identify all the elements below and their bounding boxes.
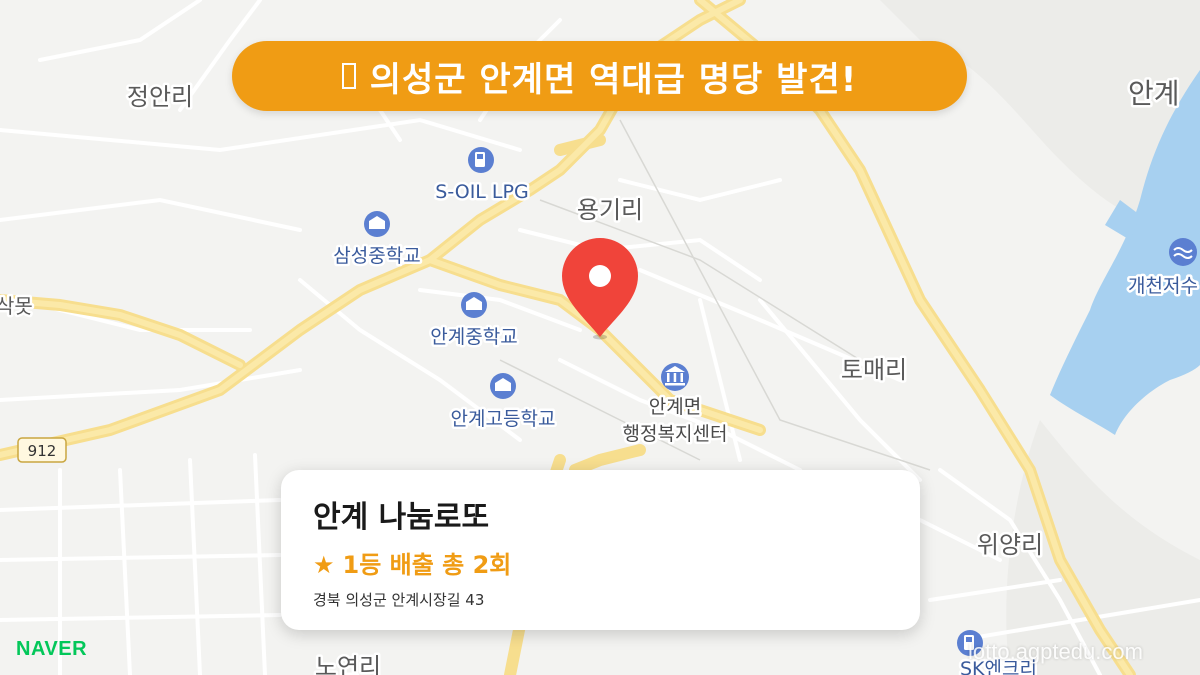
poi-label-angye-middle: 안계중학교: [430, 326, 517, 348]
shop-name: 안계 나눔로또: [313, 500, 490, 535]
shop-address: 경북 의성군 안계시장길 43: [313, 591, 485, 609]
headline-text: 의성군 안계면 역대급 명당 발견!: [369, 59, 858, 100]
place-label-noyeon: 노연리: [315, 653, 381, 675]
road-shield-912: 912: [17, 437, 67, 463]
site-watermark: lotto.agptedu.com: [968, 639, 1143, 664]
headline-banner: 의성군 안계면 역대급 명당 발견!: [232, 41, 967, 111]
poi-label-soil-lpg: S-OIL LPG: [435, 181, 528, 203]
place-label-tomae: 토매리: [841, 356, 907, 384]
poi-label-gaecheon: 개천저수: [1128, 275, 1198, 297]
win-count-line: ★ 1등 배출 총 2회: [313, 550, 888, 580]
place-label-wiyang: 위양리: [977, 531, 1043, 559]
placeholder-glyph-icon: [341, 63, 356, 89]
place-label-jeongan: 정안리: [127, 83, 193, 111]
place-label-left-edge: 삭못: [0, 294, 33, 318]
win-count-text: 1등 배출 총 2회: [342, 551, 512, 579]
naver-logo: NAVER: [16, 638, 88, 660]
map-screen: 912 정안리 용기리 안계 토매리 위양리 노연리 삭못 S-OIL LPG …: [0, 0, 1200, 675]
star-icon: ★: [313, 551, 335, 579]
place-label-angye-edge: 안계: [1128, 77, 1180, 110]
reservoir-icon: [1169, 238, 1197, 266]
place-label-yonggi: 용기리: [577, 196, 643, 224]
shop-info-card[interactable]: 안계 나눔로또 ★ 1등 배출 총 2회 경북 의성군 안계시장길 43: [281, 470, 920, 630]
road-shield-number: 912: [28, 442, 57, 460]
poi-label-angye-high: 안계고등학교: [451, 408, 556, 430]
poi-label-office-line2: 행정복지센터: [623, 423, 728, 445]
poi-label-samsung-middle: 삼성중학교: [333, 245, 420, 267]
poi-label-office-line1: 안계면: [649, 396, 701, 418]
